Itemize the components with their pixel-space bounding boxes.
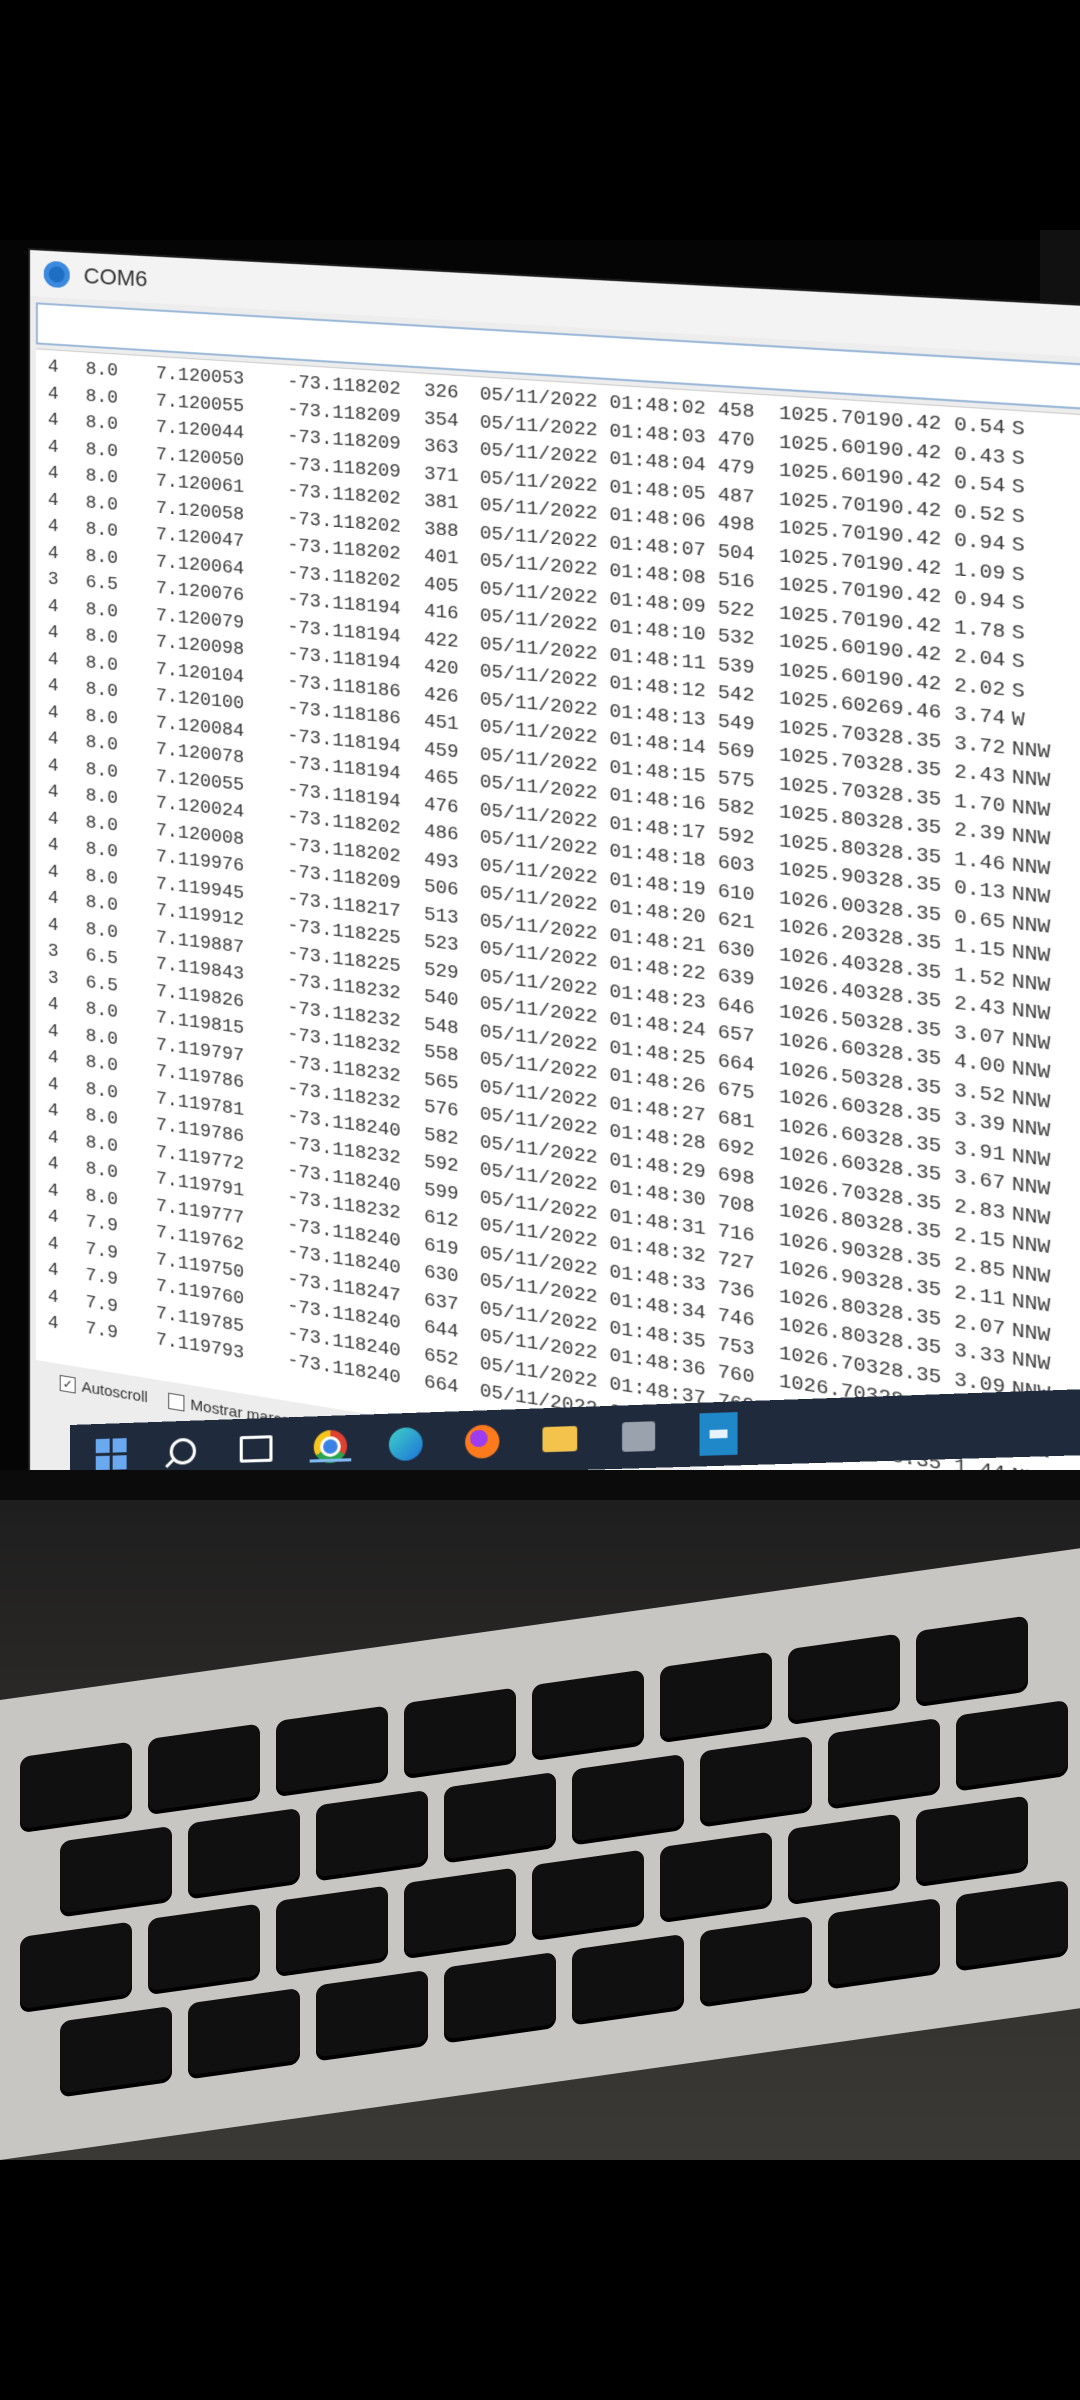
direction-value: S xyxy=(1012,444,1080,477)
autoscroll-checkbox[interactable]: ✓ Autoscroll xyxy=(60,1374,148,1406)
millis-value: 416 xyxy=(424,598,480,630)
millis-value: 363 xyxy=(424,433,480,464)
arduino-app-icon xyxy=(44,261,70,288)
millis-value: 388 xyxy=(424,516,480,547)
satellites-value: 4 xyxy=(36,539,86,569)
autoscroll-label: Autoscroll xyxy=(82,1378,148,1406)
timestamp-check-box[interactable] xyxy=(168,1393,184,1412)
chrome-icon[interactable] xyxy=(313,1429,348,1465)
arduino-icon[interactable] xyxy=(700,1415,738,1452)
firefox-icon[interactable] xyxy=(464,1423,500,1460)
millis-value: 371 xyxy=(424,461,480,492)
store-icon[interactable] xyxy=(620,1418,657,1455)
autoscroll-check-box[interactable]: ✓ xyxy=(60,1375,76,1394)
direction-value: S xyxy=(1012,502,1080,536)
millis-value: 405 xyxy=(424,571,480,603)
satellites-value: 4 xyxy=(36,459,86,489)
hdop-value: 8.0 xyxy=(86,357,156,388)
hdop-value: 8.0 xyxy=(86,383,156,414)
satellites-value: 4 xyxy=(36,406,86,436)
window-title: COM6 xyxy=(84,263,148,293)
satellites-value: 3 xyxy=(36,565,86,595)
photo-background-bottom xyxy=(0,2160,1080,2400)
search-icon[interactable] xyxy=(166,1434,200,1469)
satellites-value: 4 xyxy=(36,512,86,542)
file-explorer-icon[interactable] xyxy=(541,1421,578,1458)
satellites-value: 4 xyxy=(36,486,86,516)
millis-value: 326 xyxy=(424,378,480,409)
millis-value: 381 xyxy=(424,488,480,519)
satellites-value: 4 xyxy=(36,433,86,463)
windows-start-icon[interactable] xyxy=(94,1436,128,1471)
satellites-value: 4 xyxy=(36,672,86,703)
edge-icon[interactable] xyxy=(388,1426,424,1462)
direction-value: S xyxy=(1012,473,1080,507)
photo-background-top xyxy=(0,0,1080,240)
satellites-value: 4 xyxy=(36,619,86,650)
millis-value: 354 xyxy=(424,405,480,436)
serial-output[interactable]: 4 8.0 7.120053 -73.118202 326 05/11/2022 01:4… xyxy=(36,348,1080,1546)
satellites-value: 4 xyxy=(36,353,86,382)
direction-value: S xyxy=(1012,415,1080,448)
satellites-value: 4 xyxy=(36,645,86,676)
millis-value: 422 xyxy=(424,626,480,658)
satellites-value: 4 xyxy=(36,380,86,409)
millis-value: 401 xyxy=(424,543,480,575)
task-view-icon[interactable] xyxy=(239,1431,274,1467)
satellites-value: 4 xyxy=(36,592,86,622)
